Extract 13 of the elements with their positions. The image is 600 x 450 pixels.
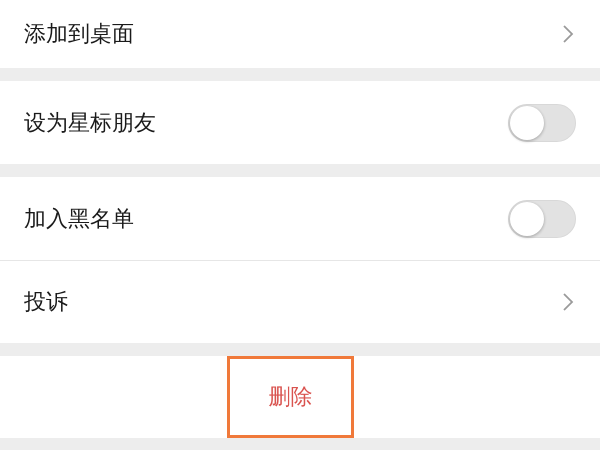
- delete-button[interactable]: 删除: [227, 356, 354, 438]
- row-label: 加入黑名单: [24, 206, 134, 234]
- toggle-switch[interactable]: [508, 200, 576, 238]
- settings-row[interactable]: 投诉: [0, 260, 600, 343]
- chevron-right-icon: [562, 292, 574, 312]
- row-label: 添加到桌面: [24, 21, 134, 49]
- row-label: 投诉: [24, 289, 68, 317]
- settings-row[interactable]: 设为星标朋友: [0, 81, 600, 164]
- settings-row[interactable]: 加入黑名单: [0, 177, 600, 260]
- row-label: 设为星标朋友: [24, 110, 156, 138]
- toggle-switch[interactable]: [508, 104, 576, 142]
- settings-row[interactable]: 添加到桌面: [0, 0, 600, 68]
- chevron-right-icon: [562, 24, 574, 44]
